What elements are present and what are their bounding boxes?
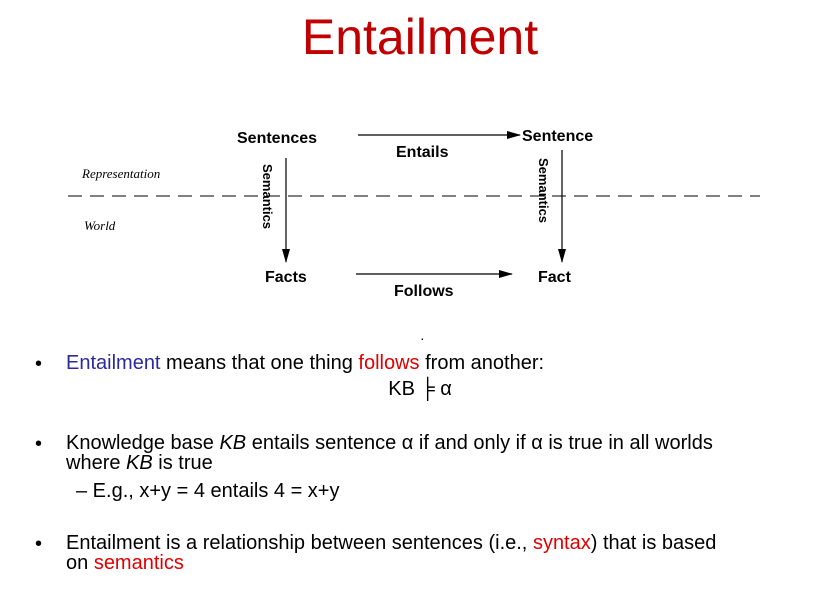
label-representation: Representation bbox=[81, 166, 160, 181]
stray-dot: · bbox=[420, 330, 425, 346]
label-semantics-right: Semantics bbox=[536, 158, 551, 223]
label-facts: Facts bbox=[265, 269, 307, 286]
entailment-diagram: Sentences Sentence Entails Facts Fact Fo… bbox=[68, 128, 760, 300]
label-world: World bbox=[84, 218, 116, 233]
label-sentences: Sentences bbox=[237, 130, 317, 147]
label-fact: Fact bbox=[538, 269, 572, 286]
term-syntax: syntax bbox=[532, 532, 591, 554]
example-line: – E.g., x+y = 4 entails 4 = x+y bbox=[76, 480, 340, 502]
term-entailment: Entailment bbox=[66, 352, 161, 374]
formula-kb-entails-alpha: KB ╞ α bbox=[388, 378, 452, 400]
bullet-marker: • bbox=[35, 533, 43, 555]
label-entails: Entails bbox=[396, 144, 449, 161]
term-follows: follows bbox=[358, 352, 420, 374]
bullet-3-text: Entailment is a relationship between sen… bbox=[66, 532, 717, 574]
term-semantics: semantics bbox=[93, 552, 184, 574]
bullet-marker: • bbox=[35, 353, 43, 375]
label-follows: Follows bbox=[394, 283, 454, 300]
bullet-1-text: Entailment means that one thing follows … bbox=[66, 352, 545, 374]
bullet-marker: • bbox=[35, 433, 43, 455]
bullet-2-text: Knowledge base KB entails sentence α if … bbox=[66, 432, 713, 474]
label-semantics-left: Semantics bbox=[260, 164, 275, 229]
label-sentence: Sentence bbox=[522, 128, 593, 145]
